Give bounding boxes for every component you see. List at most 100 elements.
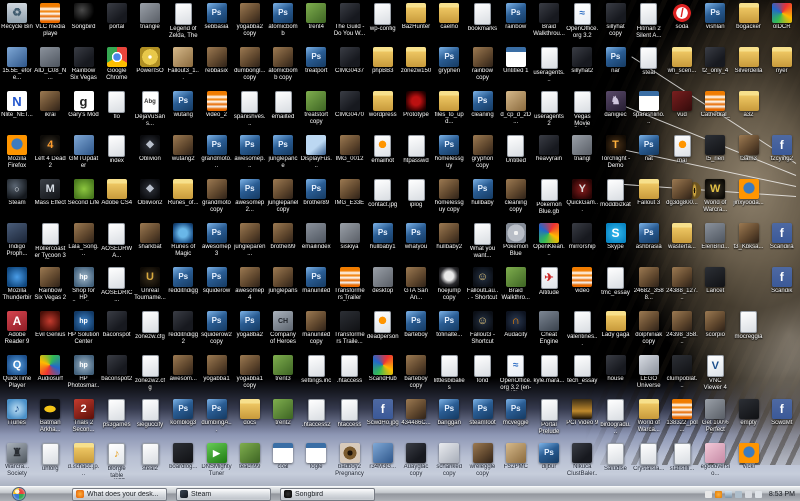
desktop-icon[interactable]: BazHunter — [400, 3, 432, 37]
desktop-icon[interactable]: olDCR — [766, 3, 798, 37]
desktop-icon[interactable]: wp-config — [367, 3, 399, 39]
desktop-icon[interactable]: zonezw150 — [400, 47, 432, 81]
desktop-icon[interactable]: barteboy copy — [400, 355, 432, 389]
desktop-icon[interactable]: Psbrother89 — [300, 179, 332, 213]
desktop-icon[interactable]: desktop — [367, 267, 399, 301]
desktop-icon[interactable]: egoodversio... — [699, 443, 731, 477]
desktop-icon[interactable]: CHCompany of Heroes — [267, 311, 299, 345]
desktop-icon[interactable]: wh_scen... — [666, 47, 698, 81]
desktop-icon[interactable]: Psvishlan — [699, 3, 731, 37]
desktop-icon[interactable]: TTorchlight - Demo — [600, 135, 632, 169]
desktop-icon[interactable]: Psashbrasia — [633, 223, 665, 257]
desktop-icon[interactable]: d.schacc.jp... — [68, 443, 100, 477]
desktop-icon[interactable]: Psbarteboy — [400, 311, 432, 345]
desktop-icon[interactable]: ☺FalloutLau... - Shortcut — [467, 267, 499, 301]
desktop-icon[interactable]: ♜Warcra... Society — [1, 443, 33, 477]
desktop-icon[interactable]: zonezw2.cfg — [134, 355, 166, 391]
desktop-icon[interactable]: schanked copy — [433, 443, 465, 477]
desktop-icon[interactable]: 24682_3588... — [633, 267, 665, 301]
desktop-icon[interactable]: AOSEDRIC... — [101, 267, 133, 303]
desktop-icon[interactable]: ♪iTunes — [1, 399, 33, 433]
desktop-icon[interactable]: .htaccess2 — [300, 399, 332, 435]
desktop-icon[interactable]: jinxyooda... — [733, 179, 765, 213]
desktop-icon[interactable]: .htaccess — [334, 355, 366, 391]
desktop-icon[interactable]: phpBB3 — [367, 47, 399, 81]
desktop-icon[interactable]: caelho — [433, 3, 465, 37]
desktop-icon[interactable]: vud — [666, 91, 698, 125]
desktop-icon[interactable]: Get 100% Perfect Sc... — [699, 399, 731, 433]
desktop-icon[interactable]: Transformers Trailer Blu... — [334, 267, 366, 301]
desktop-icon[interactable]: index — [101, 135, 133, 171]
desktop-icon[interactable]: Transformers Traile... — [334, 311, 366, 345]
volume-icon[interactable] — [755, 491, 762, 498]
desktop-icon[interactable]: sillyhat copy — [600, 3, 632, 37]
desktop-icon[interactable]: Untitled — [500, 135, 532, 171]
desktop-icon[interactable]: LEGO Universe — [633, 355, 665, 389]
desktop-icon[interactable]: PCI Video 9 — [566, 399, 598, 433]
desktop-icon[interactable]: The Guild - Do You W... — [334, 3, 366, 37]
desktop-icon[interactable]: QQuickTime Player — [1, 355, 33, 389]
desktop-icon[interactable]: World of Warca... — [633, 399, 665, 433]
desktop-icon[interactable]: siskiya — [334, 223, 366, 257]
start-button[interactable] — [12, 487, 26, 501]
desktop-icon[interactable]: hpHP Photosmar... — [68, 355, 100, 389]
desktop-icon[interactable]: ☺Fallout3 - Shortcut — [467, 311, 499, 345]
desktop-icon[interactable]: Psyoga8ba2 — [234, 311, 266, 345]
desktop-icon[interactable]: Vicki — [733, 443, 765, 477]
desktop-icon[interactable]: Cathedral_ — [699, 91, 731, 125]
desktop-icon[interactable]: manunited copy — [300, 311, 332, 345]
desktop-icon[interactable]: rebbasix — [201, 47, 233, 81]
desktop-icon[interactable]: Pssebbasia — [201, 3, 233, 37]
desktop-icon[interactable]: 24398_358... — [666, 311, 698, 345]
desktop-icon[interactable]: Pshullbaby — [467, 179, 499, 213]
desktop-icon[interactable]: Psatomicbomb — [267, 3, 299, 37]
desktop-icon[interactable]: zonezw.cfg — [134, 311, 166, 347]
desktop-icon[interactable]: Rainbow Six Vegas — [68, 47, 100, 81]
desktop-icon[interactable]: Psnar — [600, 47, 632, 81]
desktop-icon[interactable]: heavyrain — [533, 135, 565, 169]
desktop-icon[interactable]: awesom... — [167, 355, 199, 389]
desktop-icon[interactable]: Pswhatyou — [400, 223, 432, 257]
desktop-icon[interactable]: portal — [101, 3, 133, 37]
desktop-icon[interactable]: Psjunglepance — [267, 135, 299, 169]
desktop-icon[interactable]: fScwdMt — [766, 399, 798, 433]
desktop-icon[interactable]: steal2 — [134, 443, 166, 479]
desktop-icon[interactable]: birdogradu... — [600, 399, 632, 435]
desktop-icon[interactable]: YQuickGam... — [566, 179, 598, 213]
desktop-icon[interactable]: gryphon copy — [467, 135, 499, 169]
desktop-icon[interactable]: Psmcveggie — [500, 399, 532, 433]
desktop-icon[interactable]: emailindex — [300, 223, 332, 257]
desktop-icon[interactable]: ✈Altitude — [533, 267, 565, 303]
desktop-icon[interactable]: Songbird — [68, 3, 100, 37]
taskbar-button[interactable]: Songbird — [280, 488, 375, 501]
desktop-icon[interactable]: CIMG0437 — [334, 47, 366, 81]
desktop-icon[interactable]: yogabba1 — [201, 355, 233, 389]
desktop-icon[interactable]: GMTUpdater — [68, 135, 100, 169]
desktop-icon[interactable]: mocreggia — [733, 311, 765, 347]
desktop-icon[interactable]: ps3games — [101, 399, 133, 435]
desktop-icon[interactable]: Second Life — [68, 179, 100, 213]
desktop-icon[interactable]: htaccess — [334, 399, 366, 435]
desktop-icon[interactable]: jungleparen... — [234, 223, 266, 257]
desktop-icon[interactable]: r34M3G... — [367, 443, 399, 477]
desktop-icon[interactable]: sieguccify — [134, 399, 166, 435]
desktop-icon[interactable]: hoejump copy — [433, 267, 465, 301]
desktop-icon[interactable]: Psbanggan — [433, 399, 465, 433]
desktop-icon[interactable]: docs — [234, 399, 266, 433]
desktop-icon[interactable]: trent2 — [267, 399, 299, 433]
desktop-icon[interactable]: coal — [267, 443, 299, 477]
desktop-icon[interactable]: fScandira — [766, 223, 798, 257]
desktop-icon[interactable]: atomicbomb copy — [267, 47, 299, 81]
desktop-icon[interactable]: /soda — [666, 3, 698, 37]
desktop-icon[interactable]: Braid Walkthro... — [500, 267, 532, 301]
desktop-icon[interactable]: 2Trials 2 Secon... — [68, 399, 100, 433]
desktop-icon[interactable]: FS2PMC — [500, 443, 532, 477]
desktop-icon[interactable]: Auayglac copy — [400, 443, 432, 477]
desktop-icon[interactable]: Evil Genius — [34, 311, 66, 345]
desktop-icon[interactable]: t3am3 — [733, 135, 765, 169]
desktop-icon[interactable]: AAdobe Reader 9 — [1, 311, 33, 345]
desktop-icon[interactable]: Untitled 1 — [500, 47, 532, 81]
desktop-icon[interactable]: 434486C... — [400, 399, 432, 433]
desktop-icon[interactable]: SSkype — [600, 223, 632, 257]
desktop-icon[interactable]: Legend of Zelda, The ... — [167, 3, 199, 39]
